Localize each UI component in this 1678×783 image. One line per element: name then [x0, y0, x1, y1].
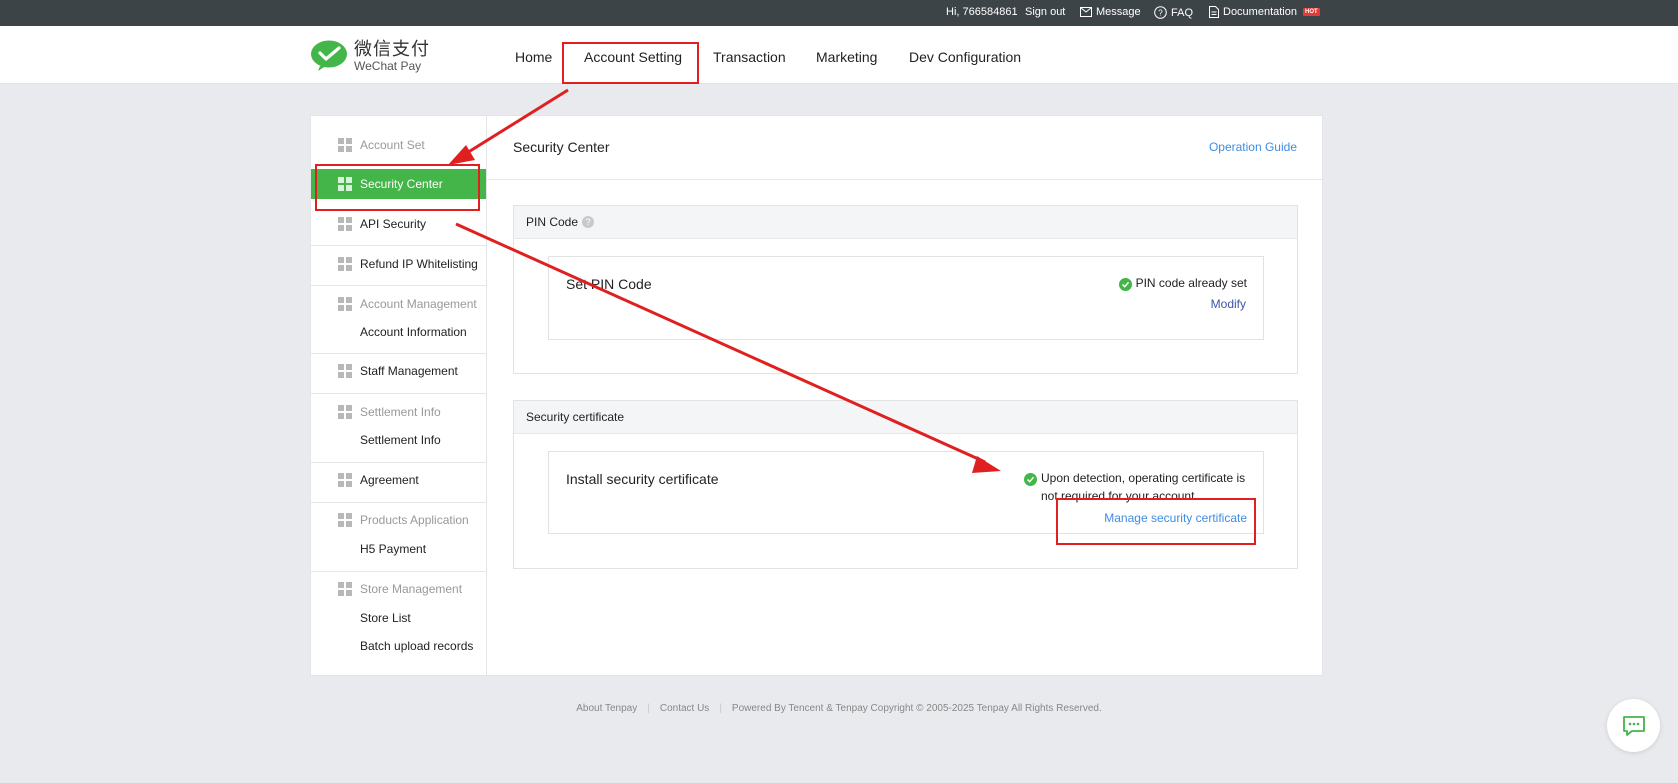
sidebar-item-api-security[interactable]: API Security	[311, 209, 486, 239]
sidebar-head-label: Settlement Info	[360, 405, 441, 419]
operation-guide-link[interactable]: Operation Guide	[1209, 140, 1297, 154]
sidebar-item-refund-ip-whitelisting[interactable]: Refund IP Whitelisting	[311, 249, 486, 279]
sidebar-head-products-application: Products Application	[311, 505, 486, 535]
chat-bubble-icon	[1622, 715, 1645, 736]
sidebar-item-h5-payment[interactable]: H5 Payment	[311, 534, 486, 564]
sidebar-item-label: Store List	[360, 611, 411, 625]
pin-code-section: PIN Code ? Set PIN Code PIN code already…	[513, 205, 1298, 374]
sidebar-item-label: Batch upload records	[360, 639, 474, 653]
modify-pin-link[interactable]: Modify	[1211, 297, 1246, 311]
install-certificate-label: Install security certificate	[566, 471, 719, 487]
highlight-security-center	[315, 164, 480, 211]
pin-status-text: PIN code already set	[1135, 276, 1247, 290]
highlight-account-setting	[562, 42, 699, 84]
sidebar-head-label: Store Management	[360, 582, 463, 596]
grid-icon	[338, 513, 352, 527]
documentation-link[interactable]: Documentation HOT	[1209, 6, 1320, 18]
sidebar-head-label: Products Application	[360, 513, 469, 527]
certificate-status-line1: Upon detection, operating certificate is	[1041, 471, 1246, 485]
footer: About Tenpay | Contact Us | Powered By Tence…	[576, 703, 1102, 714]
sidebar-group-agreement: Agreement	[311, 463, 486, 503]
sidebar-item-label: API Security	[360, 217, 427, 231]
sidebar-item-label: Refund IP Whitelisting	[360, 257, 478, 271]
wechat-pay-logo[interactable]: 微信支付 WeChat Pay	[310, 40, 430, 72]
sidebar-group-settlement: Settlement Info Settlement Info	[311, 394, 486, 463]
nav-dev-configuration[interactable]: Dev Configuration	[909, 49, 1021, 65]
help-icon[interactable]: ?	[582, 216, 595, 228]
sidebar-item-account-information[interactable]: Account Information	[311, 317, 486, 347]
sidebar-item-label: Account Information	[360, 325, 467, 339]
pin-code-header-label: PIN Code	[526, 215, 579, 229]
contact-us-link[interactable]: Contact Us	[660, 703, 709, 714]
chat-support-button[interactable]	[1607, 699, 1660, 752]
greeting-text: Hi, 766584861	[946, 6, 1018, 18]
security-certificate-section-header: Security certificate	[514, 401, 1297, 434]
grid-icon	[338, 582, 352, 596]
grid-icon	[338, 217, 352, 231]
sidebar-group-store: Store Management Store List Batch upload…	[311, 572, 486, 676]
document-icon	[1209, 6, 1219, 18]
sidebar-item-label: Agreement	[360, 473, 419, 487]
sidebar-group-account-management: Account Management Account Information	[311, 286, 486, 354]
message-label: Message	[1096, 6, 1141, 18]
sidebar-item-store-list[interactable]: Store List	[311, 603, 486, 633]
wechat-pay-logo-icon	[311, 40, 347, 71]
faq-link[interactable]: ? FAQ	[1154, 6, 1193, 19]
sidebar-head-account-management: Account Management	[311, 289, 486, 319]
sidebar-head-settlement-info: Settlement Info	[311, 397, 486, 427]
sign-out-link[interactable]: Sign out	[1025, 6, 1065, 18]
documentation-label: Documentation	[1223, 6, 1297, 18]
envelope-icon	[1080, 7, 1092, 17]
grid-icon	[338, 257, 352, 271]
logo-chinese-text: 微信支付	[354, 39, 430, 59]
sidebar-group-staff: Staff Management	[311, 354, 486, 394]
grid-icon	[338, 138, 352, 152]
grid-icon	[338, 297, 352, 311]
sidebar-group-products: Products Application H5 Payment	[311, 503, 486, 572]
sidebar-item-agreement[interactable]: Agreement	[311, 465, 486, 495]
logo-english-text: WeChat Pay	[354, 59, 422, 73]
grid-icon	[338, 473, 352, 487]
sidebar-head-label: Account Set	[360, 138, 425, 152]
faq-label: FAQ	[1171, 6, 1194, 19]
sidebar-item-settlement-info[interactable]: Settlement Info	[311, 425, 486, 455]
copyright-text: Powered By Tencent & Tenpay Copyright © …	[731, 703, 1102, 714]
sidebar-item-label: Staff Management	[360, 364, 458, 378]
pin-status: PIN code already set	[1118, 274, 1247, 292]
pin-code-card: Set PIN Code PIN code already set Modify	[548, 256, 1264, 340]
sidebar-item-staff-management[interactable]: Staff Management	[311, 356, 486, 386]
title-divider	[487, 179, 1323, 180]
sidebar-item-batch-upload-records[interactable]: Batch upload records	[311, 631, 486, 661]
about-tenpay-link[interactable]: About Tenpay	[576, 703, 637, 714]
nav-transaction[interactable]: Transaction	[713, 49, 786, 65]
sidebar-head-store-management: Store Management	[311, 574, 486, 604]
pin-code-section-header: PIN Code ?	[514, 206, 1297, 239]
sidebar-item-label: Settlement Info	[360, 433, 441, 447]
top-bar: Hi, 766584861 Sign out Message ? FAQ Doc…	[0, 0, 1678, 26]
help-circle-icon: ?	[1154, 6, 1167, 19]
nav-marketing[interactable]: Marketing	[816, 49, 877, 65]
sidebar-item-label: H5 Payment	[360, 542, 427, 556]
grid-icon	[338, 405, 352, 419]
message-link[interactable]: Message	[1080, 6, 1141, 18]
check-circle-icon	[1118, 278, 1132, 291]
nav-home[interactable]: Home	[515, 49, 552, 65]
highlight-manage-certificate	[1056, 498, 1256, 545]
page-title: Security Center	[513, 139, 610, 155]
grid-icon	[338, 364, 352, 378]
set-pin-code-label: Set PIN Code	[566, 276, 652, 292]
check-circle-icon	[1024, 473, 1037, 486]
security-certificate-header-label: Security certificate	[526, 410, 625, 424]
sidebar-head-label: Account Management	[360, 297, 477, 311]
hot-badge: HOT	[1303, 8, 1320, 16]
header: 微信支付 WeChat Pay Home Account Setting Tra…	[0, 26, 1678, 84]
svg-text:?: ?	[1158, 9, 1163, 18]
sidebar-head-account-set: Account Set	[311, 130, 486, 160]
sidebar-group-refund-ip: Refund IP Whitelisting	[311, 246, 486, 286]
